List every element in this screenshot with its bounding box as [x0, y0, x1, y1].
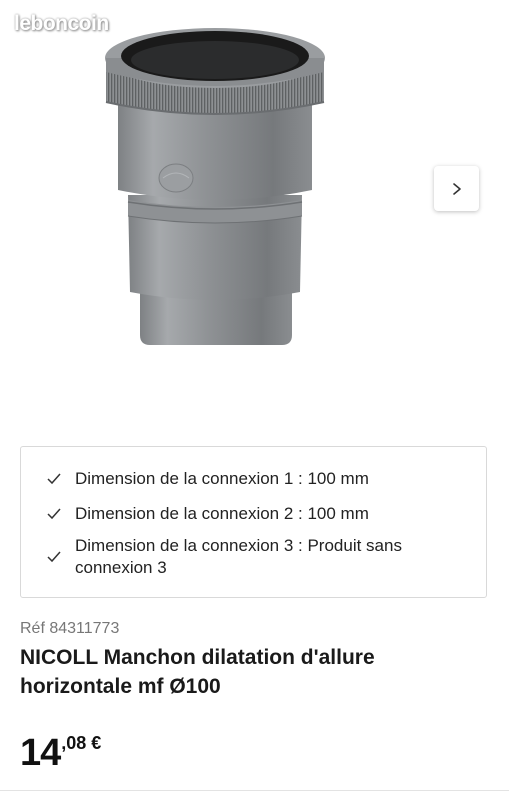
leboncoin-watermark: leboncoin [14, 12, 109, 35]
feature-item: Dimension de la connexion 2 : 100 mm [21, 503, 476, 525]
chevron-right-icon [452, 182, 461, 195]
feature-text: Dimension de la connexion 3 : Produit sa… [75, 536, 402, 577]
product-title: NICOLL Manchon dilatation d'allure horiz… [20, 646, 375, 698]
product-price: 14,08 € [20, 732, 101, 776]
feature-item: Dimension de la connexion 1 : 100 mm [21, 468, 476, 490]
check-icon [47, 473, 61, 485]
divider [0, 790, 509, 791]
product-image [105, 28, 325, 345]
feature-item: Dimension de la connexion 3 : Produit sa… [21, 535, 476, 579]
gallery-next-button[interactable] [434, 166, 479, 211]
product-reference: Réf 84311773 [20, 620, 120, 637]
price-decimal: ,08 € [61, 733, 102, 753]
feature-text: Dimension de la connexion 1 : 100 mm [75, 469, 369, 488]
check-icon [47, 551, 61, 563]
price-integer: 14 [20, 732, 61, 774]
features-box: Dimension de la connexion 1 : 100 mm Dim… [20, 446, 487, 598]
feature-text: Dimension de la connexion 2 : 100 mm [75, 504, 369, 523]
check-icon [47, 508, 61, 520]
